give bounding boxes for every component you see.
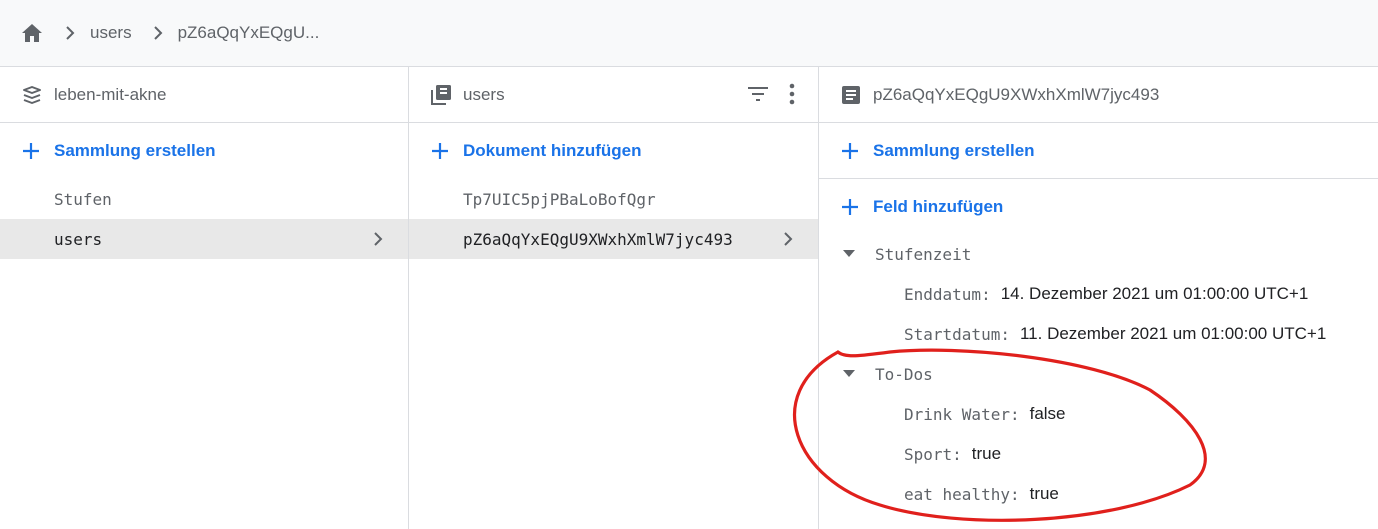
field-group-name: Stufenzeit <box>875 244 972 264</box>
field-key: eat healthy: <box>904 484 1020 504</box>
chevron-right-icon <box>776 227 800 251</box>
field-group-name: To-Dos <box>875 364 933 384</box>
add-document-label: Dokument hinzufügen <box>463 141 642 160</box>
caret-down-icon <box>843 248 855 260</box>
field-value: true <box>971 444 1002 463</box>
field-row[interactable]: Startdatum: 11. Dezember 2021 um 01:00:0… <box>819 314 1378 354</box>
field-value: 11. Dezember 2021 um 01:00:00 UTC+1 <box>1019 324 1327 343</box>
plus-icon <box>839 140 861 162</box>
add-field-label: Feld hinzufügen <box>873 196 1004 216</box>
add-field-button[interactable]: Feld hinzufügen <box>819 179 1378 234</box>
collection-icon <box>429 83 453 107</box>
home-icon[interactable] <box>20 21 44 45</box>
field-key: Drink Water: <box>904 404 1020 424</box>
more-vert-icon[interactable] <box>780 81 804 107</box>
field-value: false <box>1029 404 1066 423</box>
chevron-right-icon <box>146 21 170 45</box>
database-stack-icon <box>20 83 44 107</box>
field-row[interactable]: eat healthy: true <box>819 474 1378 514</box>
collection-title: users <box>463 84 505 104</box>
filter-icon[interactable] <box>746 81 770 107</box>
collection-item-stufen[interactable]: Stufen <box>0 179 408 219</box>
field-key: Sport: <box>904 444 962 464</box>
root-column: leben-mit-akne Sammlung erstellen Stufen… <box>0 67 409 529</box>
create-collection-label: Sammlung erstellen <box>54 141 216 160</box>
field-row[interactable]: Enddatum: 14. Dezember 2021 um 01:00:00 … <box>819 274 1378 314</box>
plus-icon <box>429 140 451 162</box>
document-item-label: pZ6aQqYxEQgU9XWxhXmlW7jyc493 <box>463 229 733 249</box>
caret-down-icon <box>843 368 855 380</box>
collection-item-label: Stufen <box>54 189 112 209</box>
document-icon <box>839 83 863 107</box>
document-column: pZ6aQqYxEQgU9XWxhXmlW7jyc493 Sammlung er… <box>819 67 1378 529</box>
document-item[interactable]: Tp7UIC5pjPBaLoBofQgr <box>409 179 818 219</box>
document-item-selected[interactable]: pZ6aQqYxEQgU9XWxhXmlW7jyc493 <box>409 219 818 259</box>
collection-item-users[interactable]: users <box>0 219 408 259</box>
field-row[interactable]: Sport: true <box>819 434 1378 474</box>
create-collection-button[interactable]: Sammlung erstellen <box>0 123 408 179</box>
collection-item-label: users <box>54 229 103 249</box>
collection-column: users Dokument hinzufügen Tp7UIC5pjPBaLo… <box>409 67 819 529</box>
document-item-label: Tp7UIC5pjPBaLoBofQgr <box>463 189 656 209</box>
chevron-right-icon <box>366 227 390 251</box>
collection-column-header: users <box>409 67 818 123</box>
field-key: Startdatum: <box>904 324 1010 344</box>
breadcrumb-users[interactable]: users <box>90 23 132 43</box>
plus-icon <box>20 140 42 162</box>
document-title: pZ6aQqYxEQgU9XWxhXmlW7jyc493 <box>873 84 1160 104</box>
plus-icon <box>839 196 861 218</box>
chevron-right-icon <box>58 21 82 45</box>
field-value: true <box>1029 484 1059 503</box>
field-group-stufenzeit[interactable]: Stufenzeit <box>819 234 1378 274</box>
create-subcollection-button[interactable]: Sammlung erstellen <box>819 123 1378 179</box>
document-column-header: pZ6aQqYxEQgU9XWxhXmlW7jyc493 <box>819 67 1378 123</box>
project-title: leben-mit-akne <box>54 84 167 104</box>
field-key: Enddatum: <box>904 284 991 304</box>
root-column-header: leben-mit-akne <box>0 67 408 123</box>
breadcrumb-document[interactable]: pZ6aQqYxEQgU... <box>178 23 320 43</box>
field-row[interactable]: Drink Water: false <box>819 394 1378 434</box>
add-document-button[interactable]: Dokument hinzufügen <box>409 123 818 179</box>
create-subcollection-label: Sammlung erstellen <box>873 140 1035 160</box>
breadcrumb: users pZ6aQqYxEQgU... <box>0 0 1378 67</box>
field-group-todos[interactable]: To-Dos <box>819 354 1378 394</box>
field-value: 14. Dezember 2021 um 01:00:00 UTC+1 <box>1000 284 1309 303</box>
